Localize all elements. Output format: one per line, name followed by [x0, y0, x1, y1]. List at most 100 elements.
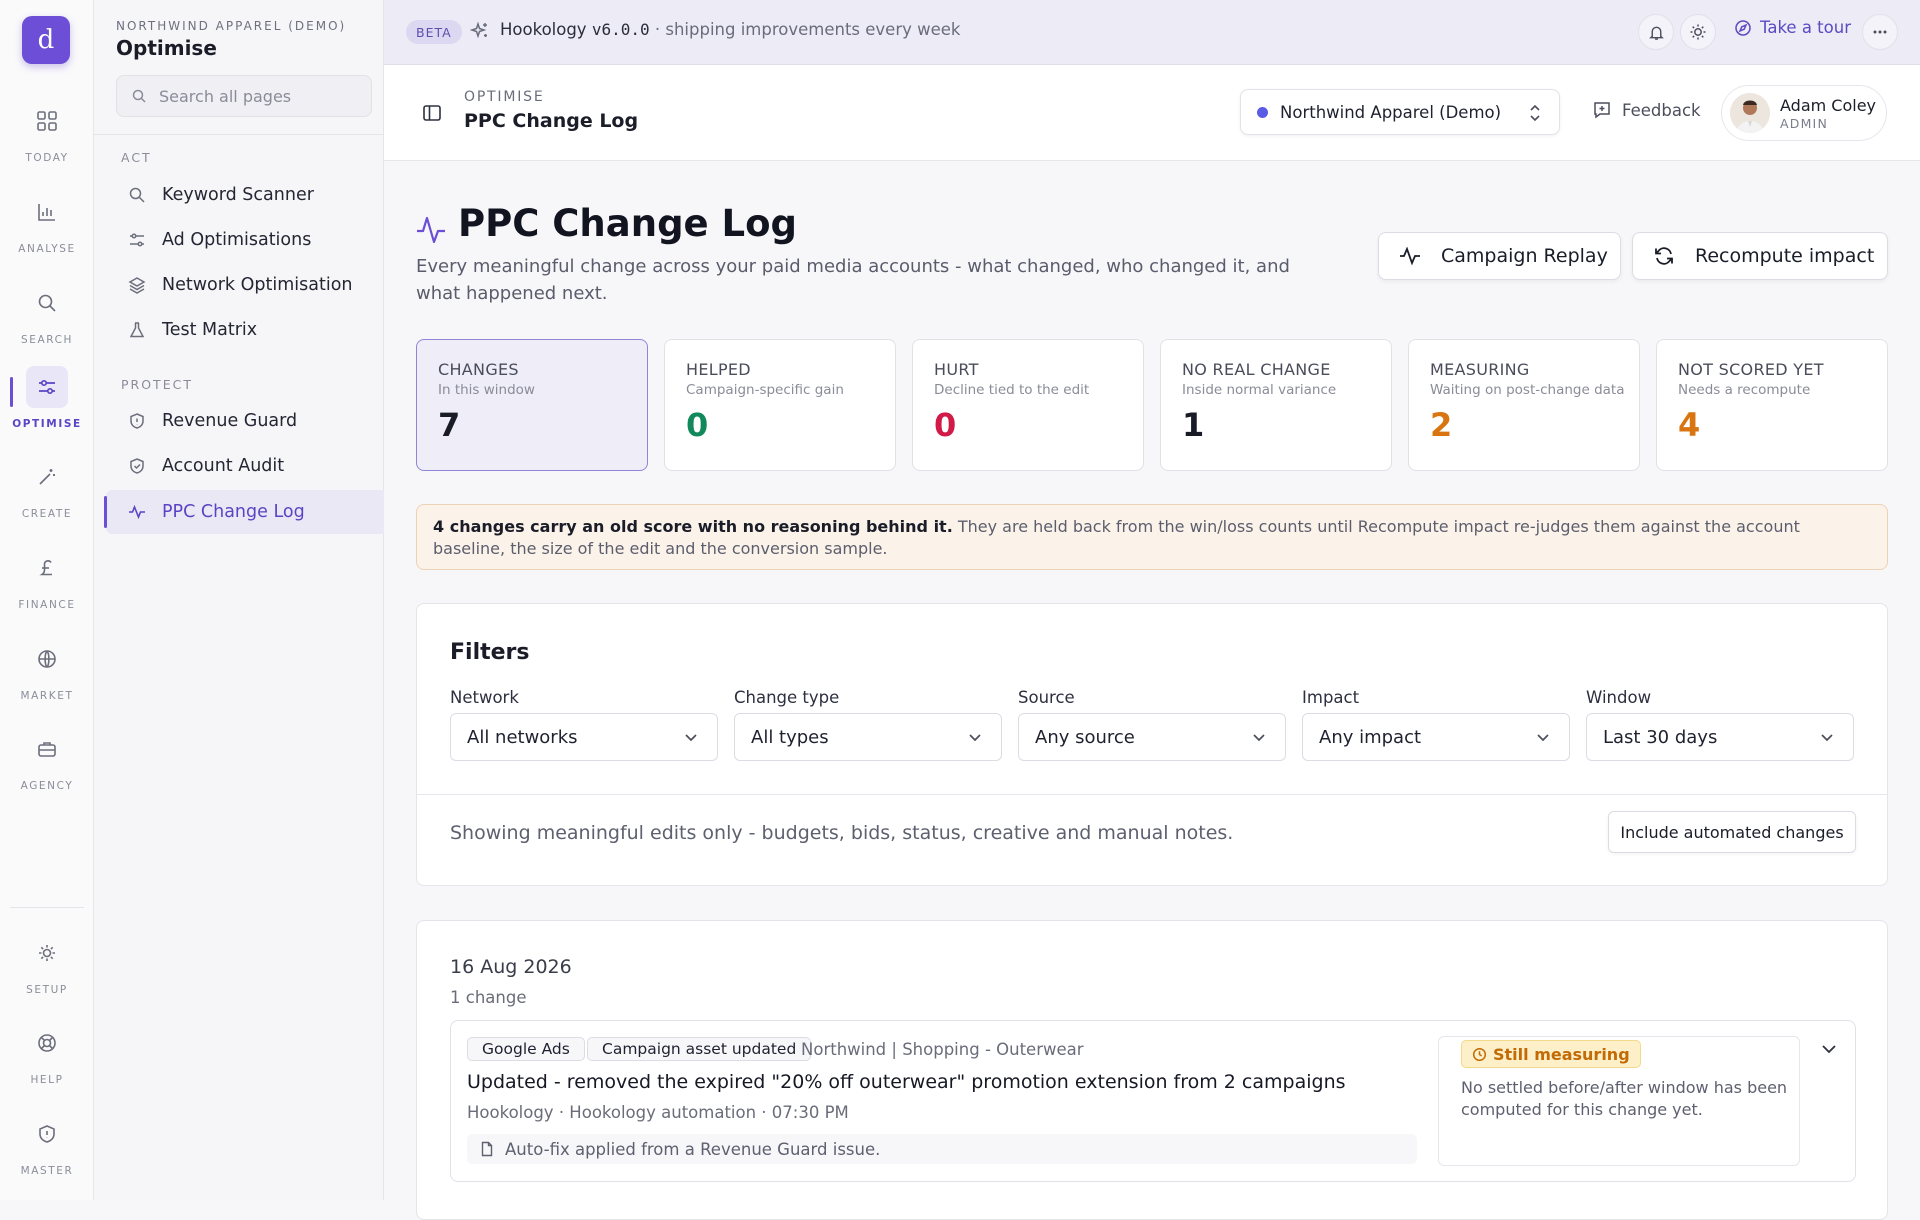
- stat-label: HURT: [934, 360, 979, 379]
- sidebar-toggle-icon[interactable]: [422, 103, 442, 123]
- account-switcher[interactable]: Northwind Apparel (Demo): [1240, 89, 1560, 135]
- more-horizontal-icon: [1873, 30, 1887, 34]
- rail-label: AGENCY: [20, 780, 74, 792]
- rail-item-create[interactable]: CREATE: [0, 456, 94, 520]
- recompute-impact-button[interactable]: Recompute impact: [1632, 232, 1888, 280]
- source-select[interactable]: Any source: [1018, 713, 1286, 761]
- stat-card-measuring[interactable]: MEASURING Waiting on post-change data 2: [1408, 339, 1640, 471]
- flask-icon: [129, 322, 145, 338]
- sidebar-item-ad-optimisations[interactable]: Ad Optimisations: [106, 218, 384, 262]
- network-select-value: All networks: [467, 726, 578, 748]
- compass-icon: [1735, 19, 1751, 36]
- account-name: Northwind Apparel (Demo): [1280, 102, 1502, 122]
- rail-item-analyse[interactable]: ANALYSE: [0, 191, 94, 255]
- rail-item-market[interactable]: MARKET: [0, 638, 94, 702]
- sidebar-item-label: PPC Change Log: [162, 502, 305, 522]
- include-automated-changes-button[interactable]: Include automated changes: [1608, 811, 1856, 853]
- source-select-value: Any source: [1035, 726, 1135, 748]
- tour-label: Take a tour: [1760, 18, 1851, 37]
- campaign-replay-button[interactable]: Campaign Replay: [1378, 232, 1621, 280]
- search-input[interactable]: Search all pages: [116, 75, 372, 117]
- theme-toggle-button[interactable]: [1680, 14, 1716, 50]
- account-status-dot: [1257, 106, 1268, 118]
- rail-item-help[interactable]: HELP: [0, 1022, 94, 1086]
- log-date: 16 Aug 2026: [450, 956, 572, 978]
- filter-label-impact: Impact: [1302, 688, 1360, 707]
- sidebar-item-revenue-guard[interactable]: Revenue Guard: [106, 399, 384, 443]
- logo-letter: d: [37, 25, 55, 55]
- filter-label-source: Source: [1018, 688, 1075, 707]
- app-logo[interactable]: d: [22, 16, 70, 64]
- stat-sublabel: Campaign-specific gain: [686, 382, 844, 398]
- activity-icon: [129, 504, 145, 520]
- change-note-text: Auto-fix applied from a Revenue Guard is…: [505, 1139, 881, 1159]
- stat-card-hurt[interactable]: HURT Decline tied to the edit 0: [912, 339, 1144, 471]
- stat-sublabel: Waiting on post-change data: [1430, 382, 1625, 398]
- sidebar-item-network-optimisation[interactable]: Network Optimisation: [106, 263, 384, 307]
- stat-sublabel: Inside normal variance: [1182, 382, 1337, 398]
- stat-card-no-real-change[interactable]: NO REAL CHANGE Inside normal variance 1: [1160, 339, 1392, 471]
- sidebar-item-account-audit[interactable]: Account Audit: [106, 444, 384, 488]
- stat-card-not-scored-yet[interactable]: NOT SCORED YET Needs a recompute 4: [1656, 339, 1888, 471]
- log-count: 1 change: [450, 988, 527, 1007]
- search-icon: [129, 187, 145, 203]
- rail-item-optimise[interactable]: OPTIMISE: [0, 366, 94, 430]
- network-select[interactable]: All networks: [450, 713, 718, 761]
- sidebar-item-label: Account Audit: [162, 456, 285, 476]
- change-title: Updated - removed the expired "20% off o…: [467, 1071, 1346, 1093]
- rail-label: ANALYSE: [18, 243, 76, 255]
- page-description: Every meaningful change across your paid…: [416, 256, 1290, 304]
- filters-note: Showing meaningful edits only - budgets,…: [450, 822, 1234, 844]
- more-button[interactable]: [1862, 14, 1898, 50]
- rail-item-master[interactable]: MASTER: [0, 1113, 94, 1177]
- change-entry[interactable]: Google Ads Campaign asset updated Northw…: [450, 1020, 1856, 1182]
- wand-icon: [26, 456, 68, 498]
- stat-value: 0: [934, 406, 957, 444]
- sidebar-item-test-matrix[interactable]: Test Matrix: [106, 308, 384, 352]
- chevron-down-icon: [1537, 734, 1549, 742]
- recompute-impact-label: Recompute impact: [1695, 245, 1875, 267]
- user-menu[interactable]: Adam Coley ADMIN: [1721, 85, 1887, 141]
- take-a-tour-link[interactable]: Take a tour: [1734, 18, 1851, 37]
- campaign-replay-label: Campaign Replay: [1441, 245, 1608, 267]
- stat-card-helped[interactable]: HELPED Campaign-specific gain 0: [664, 339, 896, 471]
- rail-item-setup[interactable]: SETUP: [0, 932, 94, 996]
- search-icon: [26, 282, 68, 324]
- page-header: OPTIMISE PPC Change Log Northwind Appare…: [384, 65, 1920, 161]
- app-rail: d TODAY ANALYSE SEARCH OPTIMISE CREATE F…: [0, 0, 94, 1200]
- campaign-name: Northwind | Shopping - Outerwear: [801, 1040, 1084, 1059]
- sidebar-divider: [94, 134, 384, 135]
- stat-card-changes[interactable]: CHANGES In this window 7: [416, 339, 648, 471]
- group-title-protect: PROTECT: [121, 377, 193, 392]
- filters-card: Filters Network All networks Change type…: [416, 603, 1888, 886]
- feedback-button[interactable]: Feedback: [1592, 100, 1701, 120]
- window-select[interactable]: Last 30 days: [1586, 713, 1854, 761]
- stat-value: 2: [1430, 406, 1453, 444]
- notifications-button[interactable]: [1638, 14, 1674, 50]
- clock-icon: [1472, 1047, 1487, 1061]
- lifebuoy-icon: [26, 1022, 68, 1064]
- bar-chart-icon: [26, 191, 68, 233]
- rail-label: MARKET: [20, 690, 74, 702]
- pound-icon: [26, 547, 68, 589]
- chevron-down-icon[interactable]: [1820, 1041, 1838, 1057]
- version-info: Hookology v6.0.0 · shipping improvements…: [500, 20, 960, 39]
- sliders-icon: [26, 366, 68, 408]
- rail-item-today[interactable]: TODAY: [0, 100, 94, 164]
- rail-item-agency[interactable]: AGENCY: [0, 728, 94, 792]
- impact-select[interactable]: Any impact: [1302, 713, 1570, 761]
- sidebar-item-ppc-change-log[interactable]: PPC Change Log: [104, 490, 384, 534]
- chevrons-up-down-icon: [1530, 104, 1540, 122]
- status-badge-label: Still measuring: [1493, 1044, 1630, 1064]
- change-log-card: 16 Aug 2026 1 change Google Ads Campaign…: [416, 920, 1888, 1220]
- stat-label: CHANGES: [438, 360, 519, 379]
- stat-label: NO REAL CHANGE: [1182, 360, 1331, 379]
- chevron-down-icon: [969, 734, 981, 742]
- rail-item-finance[interactable]: FINANCE: [0, 547, 94, 611]
- change-type-select[interactable]: All types: [734, 713, 1002, 761]
- stat-value: 0: [686, 406, 709, 444]
- window-select-value: Last 30 days: [1603, 726, 1718, 748]
- sliders-icon: [130, 233, 144, 247]
- rail-item-search[interactable]: SEARCH: [0, 282, 94, 346]
- sidebar-item-keyword-scanner[interactable]: Keyword Scanner: [106, 173, 384, 217]
